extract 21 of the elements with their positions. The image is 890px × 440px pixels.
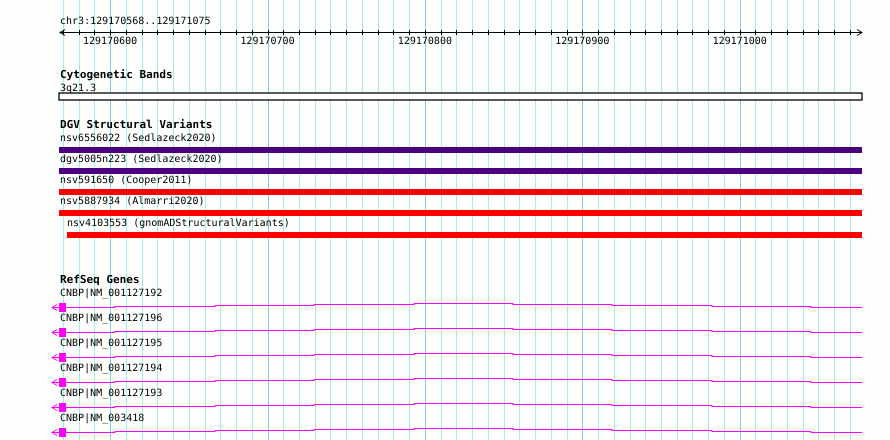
gene-label: CNBP|NM_001127193 <box>60 388 162 399</box>
gene-label: CNBP|NM_001127195 <box>60 338 162 349</box>
variant-label: dgv5005n223 (Sedlazeck2020) <box>60 154 223 165</box>
region-label: chr3:129170568..129171075 <box>60 16 211 27</box>
gene-label: CNBP|NM_001127196 <box>60 313 162 324</box>
tick-label: 129170800 <box>398 36 452 47</box>
tick-label: 129170900 <box>555 36 610 47</box>
tick-label: 129170600 <box>83 36 138 47</box>
variant-label: nsv6556022 (Sedlazeck2020) <box>60 133 217 144</box>
variant-label: nsv5887934 (Almarri2020) <box>60 196 204 207</box>
band-label: 3q21.3 <box>60 83 96 94</box>
variant-label: nsv591650 (Cooper2011) <box>60 175 192 186</box>
tick-label: 129171000 <box>712 36 767 47</box>
tick-label: 129170700 <box>240 36 295 47</box>
gene-label: CNBP|NM_003418 <box>60 413 144 424</box>
variant-label: nsv4103553 (gnomADStructuralVariants) <box>67 218 290 229</box>
track-title: Cytogenetic Bands <box>60 68 173 81</box>
track-title: RefSeq Genes <box>60 273 140 286</box>
gene-label: CNBP|NM_001127192 <box>60 288 162 299</box>
gene-label: CNBP|NM_001127194 <box>60 363 162 374</box>
track-title: DGV Structural Variants <box>60 118 212 131</box>
